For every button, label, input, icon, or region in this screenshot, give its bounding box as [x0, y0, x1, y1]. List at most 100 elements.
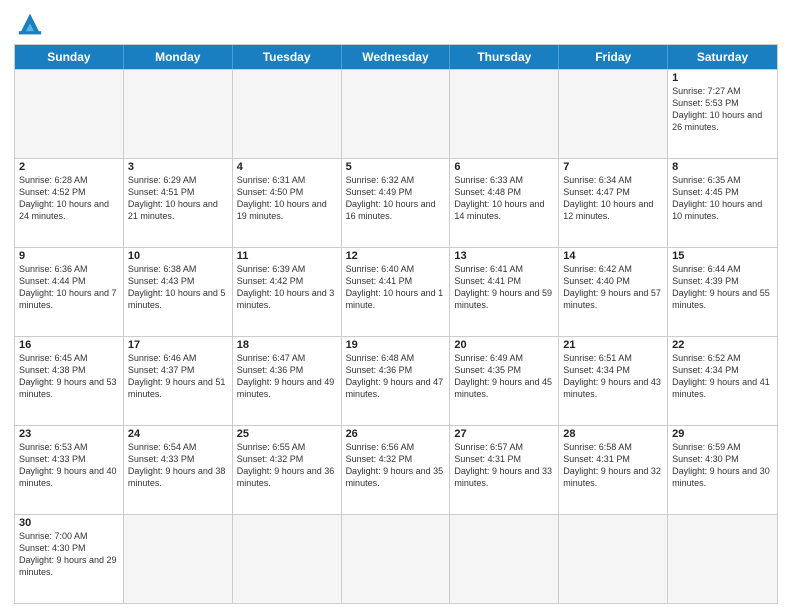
cell-info: Sunrise: 7:27 AM Sunset: 5:53 PM Dayligh… [672, 85, 773, 134]
cell-info: Sunrise: 6:44 AM Sunset: 4:39 PM Dayligh… [672, 263, 773, 312]
day-number: 20 [454, 339, 554, 351]
day-cell-12: 12Sunrise: 6:40 AM Sunset: 4:41 PM Dayli… [342, 248, 451, 336]
empty-cell [450, 515, 559, 603]
day-number: 8 [672, 161, 773, 173]
day-cell-4: 4Sunrise: 6:31 AM Sunset: 4:50 PM Daylig… [233, 159, 342, 247]
cell-info: Sunrise: 6:58 AM Sunset: 4:31 PM Dayligh… [563, 441, 663, 490]
day-cell-19: 19Sunrise: 6:48 AM Sunset: 4:36 PM Dayli… [342, 337, 451, 425]
cell-info: Sunrise: 6:45 AM Sunset: 4:38 PM Dayligh… [19, 352, 119, 401]
cell-info: Sunrise: 6:31 AM Sunset: 4:50 PM Dayligh… [237, 174, 337, 223]
empty-cell [559, 515, 668, 603]
day-number: 5 [346, 161, 446, 173]
empty-cell [233, 515, 342, 603]
day-cell-17: 17Sunrise: 6:46 AM Sunset: 4:37 PM Dayli… [124, 337, 233, 425]
empty-cell [668, 515, 777, 603]
cell-info: Sunrise: 6:36 AM Sunset: 4:44 PM Dayligh… [19, 263, 119, 312]
empty-cell [450, 70, 559, 158]
day-number: 26 [346, 428, 446, 440]
day-header-thursday: Thursday [450, 45, 559, 69]
day-number: 24 [128, 428, 228, 440]
header [14, 10, 778, 38]
day-cell-1: 1Sunrise: 7:27 AM Sunset: 5:53 PM Daylig… [668, 70, 777, 158]
logo [14, 10, 50, 38]
day-number: 21 [563, 339, 663, 351]
day-header-saturday: Saturday [668, 45, 777, 69]
day-cell-29: 29Sunrise: 6:59 AM Sunset: 4:30 PM Dayli… [668, 426, 777, 514]
day-number: 14 [563, 250, 663, 262]
cell-info: Sunrise: 6:57 AM Sunset: 4:31 PM Dayligh… [454, 441, 554, 490]
day-number: 1 [672, 72, 773, 84]
calendar: SundayMondayTuesdayWednesdayThursdayFrid… [14, 44, 778, 604]
calendar-row-2: 2Sunrise: 6:28 AM Sunset: 4:52 PM Daylig… [15, 158, 777, 247]
day-number: 6 [454, 161, 554, 173]
cell-info: Sunrise: 7:00 AM Sunset: 4:30 PM Dayligh… [19, 530, 119, 579]
empty-cell [233, 70, 342, 158]
empty-cell [342, 515, 451, 603]
cell-info: Sunrise: 6:47 AM Sunset: 4:36 PM Dayligh… [237, 352, 337, 401]
day-cell-26: 26Sunrise: 6:56 AM Sunset: 4:32 PM Dayli… [342, 426, 451, 514]
cell-info: Sunrise: 6:56 AM Sunset: 4:32 PM Dayligh… [346, 441, 446, 490]
cell-info: Sunrise: 6:52 AM Sunset: 4:34 PM Dayligh… [672, 352, 773, 401]
day-number: 9 [19, 250, 119, 262]
day-cell-23: 23Sunrise: 6:53 AM Sunset: 4:33 PM Dayli… [15, 426, 124, 514]
day-cell-15: 15Sunrise: 6:44 AM Sunset: 4:39 PM Dayli… [668, 248, 777, 336]
day-number: 4 [237, 161, 337, 173]
cell-info: Sunrise: 6:55 AM Sunset: 4:32 PM Dayligh… [237, 441, 337, 490]
cell-info: Sunrise: 6:48 AM Sunset: 4:36 PM Dayligh… [346, 352, 446, 401]
empty-cell [15, 70, 124, 158]
day-cell-5: 5Sunrise: 6:32 AM Sunset: 4:49 PM Daylig… [342, 159, 451, 247]
calendar-row-1: 1Sunrise: 7:27 AM Sunset: 5:53 PM Daylig… [15, 69, 777, 158]
day-number: 2 [19, 161, 119, 173]
calendar-row-6: 30Sunrise: 7:00 AM Sunset: 4:30 PM Dayli… [15, 514, 777, 603]
day-number: 27 [454, 428, 554, 440]
calendar-header: SundayMondayTuesdayWednesdayThursdayFrid… [15, 45, 777, 69]
day-number: 10 [128, 250, 228, 262]
cell-info: Sunrise: 6:38 AM Sunset: 4:43 PM Dayligh… [128, 263, 228, 312]
day-number: 3 [128, 161, 228, 173]
page: SundayMondayTuesdayWednesdayThursdayFrid… [0, 0, 792, 612]
day-number: 15 [672, 250, 773, 262]
day-cell-9: 9Sunrise: 6:36 AM Sunset: 4:44 PM Daylig… [15, 248, 124, 336]
day-header-wednesday: Wednesday [342, 45, 451, 69]
day-cell-16: 16Sunrise: 6:45 AM Sunset: 4:38 PM Dayli… [15, 337, 124, 425]
day-cell-18: 18Sunrise: 6:47 AM Sunset: 4:36 PM Dayli… [233, 337, 342, 425]
day-cell-8: 8Sunrise: 6:35 AM Sunset: 4:45 PM Daylig… [668, 159, 777, 247]
day-number: 17 [128, 339, 228, 351]
day-cell-27: 27Sunrise: 6:57 AM Sunset: 4:31 PM Dayli… [450, 426, 559, 514]
cell-info: Sunrise: 6:46 AM Sunset: 4:37 PM Dayligh… [128, 352, 228, 401]
day-number: 11 [237, 250, 337, 262]
day-cell-28: 28Sunrise: 6:58 AM Sunset: 4:31 PM Dayli… [559, 426, 668, 514]
calendar-body: 1Sunrise: 7:27 AM Sunset: 5:53 PM Daylig… [15, 69, 777, 603]
cell-info: Sunrise: 6:34 AM Sunset: 4:47 PM Dayligh… [563, 174, 663, 223]
calendar-row-5: 23Sunrise: 6:53 AM Sunset: 4:33 PM Dayli… [15, 425, 777, 514]
day-cell-30: 30Sunrise: 7:00 AM Sunset: 4:30 PM Dayli… [15, 515, 124, 603]
day-number: 19 [346, 339, 446, 351]
day-number: 25 [237, 428, 337, 440]
day-cell-14: 14Sunrise: 6:42 AM Sunset: 4:40 PM Dayli… [559, 248, 668, 336]
day-cell-22: 22Sunrise: 6:52 AM Sunset: 4:34 PM Dayli… [668, 337, 777, 425]
empty-cell [124, 515, 233, 603]
day-number: 13 [454, 250, 554, 262]
day-cell-11: 11Sunrise: 6:39 AM Sunset: 4:42 PM Dayli… [233, 248, 342, 336]
day-cell-24: 24Sunrise: 6:54 AM Sunset: 4:33 PM Dayli… [124, 426, 233, 514]
cell-info: Sunrise: 6:32 AM Sunset: 4:49 PM Dayligh… [346, 174, 446, 223]
cell-info: Sunrise: 6:35 AM Sunset: 4:45 PM Dayligh… [672, 174, 773, 223]
day-number: 7 [563, 161, 663, 173]
day-cell-13: 13Sunrise: 6:41 AM Sunset: 4:41 PM Dayli… [450, 248, 559, 336]
cell-info: Sunrise: 6:28 AM Sunset: 4:52 PM Dayligh… [19, 174, 119, 223]
day-cell-20: 20Sunrise: 6:49 AM Sunset: 4:35 PM Dayli… [450, 337, 559, 425]
day-number: 28 [563, 428, 663, 440]
day-number: 16 [19, 339, 119, 351]
day-number: 18 [237, 339, 337, 351]
cell-info: Sunrise: 6:29 AM Sunset: 4:51 PM Dayligh… [128, 174, 228, 223]
empty-cell [124, 70, 233, 158]
day-number: 12 [346, 250, 446, 262]
cell-info: Sunrise: 6:59 AM Sunset: 4:30 PM Dayligh… [672, 441, 773, 490]
cell-info: Sunrise: 6:33 AM Sunset: 4:48 PM Dayligh… [454, 174, 554, 223]
cell-info: Sunrise: 6:42 AM Sunset: 4:40 PM Dayligh… [563, 263, 663, 312]
logo-icon [14, 10, 46, 38]
cell-info: Sunrise: 6:39 AM Sunset: 4:42 PM Dayligh… [237, 263, 337, 312]
empty-cell [559, 70, 668, 158]
day-header-monday: Monday [124, 45, 233, 69]
day-cell-21: 21Sunrise: 6:51 AM Sunset: 4:34 PM Dayli… [559, 337, 668, 425]
